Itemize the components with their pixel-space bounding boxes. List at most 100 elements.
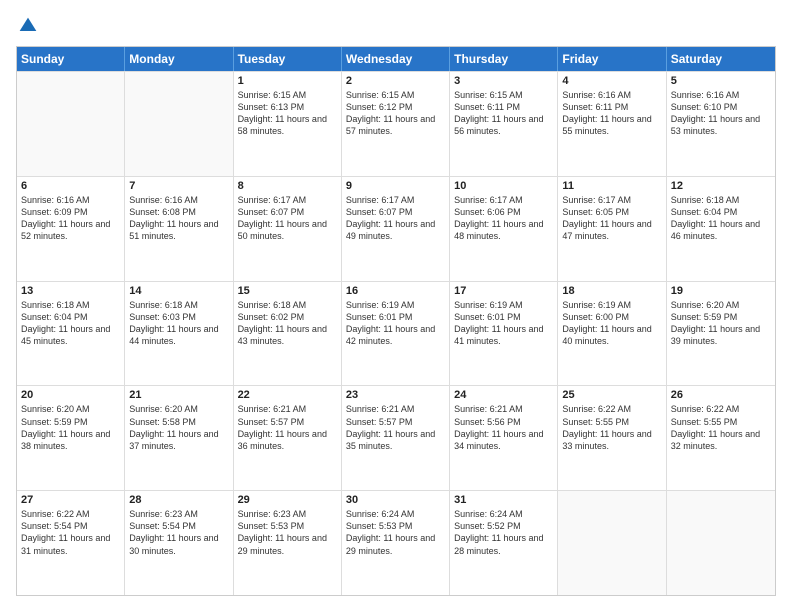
day-number: 27	[21, 494, 120, 506]
cell-info: Sunrise: 6:18 AM Sunset: 6:03 PM Dayligh…	[129, 299, 228, 348]
calendar-cell: 11 Sunrise: 6:17 AM Sunset: 6:05 PM Dayli…	[558, 177, 666, 281]
day-header-saturday: Saturday	[667, 47, 775, 71]
calendar-cell: 23 Sunrise: 6:21 AM Sunset: 5:57 PM Dayli…	[342, 386, 450, 490]
calendar-cell	[125, 72, 233, 176]
calendar-cell: 8Sunrise: 6:17 AM Sunset: 6:07 PM Daylig…	[234, 177, 342, 281]
week-row-5: 27Sunrise: 6:22 AM Sunset: 5:54 PM Dayli…	[17, 490, 775, 595]
day-number: 29	[238, 494, 337, 506]
cell-info: Sunrise: 6:21 AM Sunset: 5:57 PM Dayligh…	[346, 403, 445, 452]
calendar-cell: 16 Sunrise: 6:19 AM Sunset: 6:01 PM Dayli…	[342, 282, 450, 386]
cell-info: Sunrise: 6:18 AM Sunset: 6:04 PM Dayligh…	[671, 194, 771, 243]
calendar-cell: 15 Sunrise: 6:18 AM Sunset: 6:02 PM Dayli…	[234, 282, 342, 386]
calendar-cell: 7 Sunrise: 6:16 AM Sunset: 6:08 PM Daylig…	[125, 177, 233, 281]
cell-info: Sunrise: 6:22 AM Sunset: 5:55 PM Dayligh…	[671, 403, 771, 452]
cell-info: Sunrise: 6:22 AM Sunset: 5:55 PM Dayligh…	[562, 403, 661, 452]
calendar-body: 1 Sunrise: 6:15 AM Sunset: 6:13 PM Daylig…	[17, 71, 775, 595]
day-number: 15	[238, 285, 337, 297]
cell-info: Sunrise: 6:17 AM Sunset: 6:07 PM Dayligh…	[238, 194, 337, 243]
day-number: 12	[671, 180, 771, 192]
page: SundayMondayTuesdayWednesdayThursdayFrid…	[0, 0, 792, 612]
day-header-tuesday: Tuesday	[234, 47, 342, 71]
logo	[16, 16, 38, 36]
calendar-cell: 20 Sunrise: 6:20 AM Sunset: 5:59 PM Dayli…	[17, 386, 125, 490]
day-number: 31	[454, 494, 553, 506]
day-header-sunday: Sunday	[17, 47, 125, 71]
cell-info: Sunrise: 6:19 AM Sunset: 6:00 PM Dayligh…	[562, 299, 661, 348]
calendar-cell: 19Sunrise: 6:20 AM Sunset: 5:59 PM Dayli…	[667, 282, 775, 386]
cell-info: Sunrise: 6:24 AM Sunset: 5:53 PM Dayligh…	[346, 508, 445, 557]
cell-info: Sunrise: 6:16 AM Sunset: 6:09 PM Dayligh…	[21, 194, 120, 243]
calendar-cell	[17, 72, 125, 176]
week-row-3: 13 Sunrise: 6:18 AM Sunset: 6:04 PM Dayli…	[17, 281, 775, 386]
day-number: 20	[21, 389, 120, 401]
calendar-cell: 25Sunrise: 6:22 AM Sunset: 5:55 PM Dayli…	[558, 386, 666, 490]
calendar-cell: 9Sunrise: 6:17 AM Sunset: 6:07 PM Daylig…	[342, 177, 450, 281]
header	[16, 16, 776, 36]
cell-info: Sunrise: 6:16 AM Sunset: 6:10 PM Dayligh…	[671, 89, 771, 138]
calendar-cell: 26Sunrise: 6:22 AM Sunset: 5:55 PM Dayli…	[667, 386, 775, 490]
day-number: 1	[238, 75, 337, 87]
cell-info: Sunrise: 6:17 AM Sunset: 6:06 PM Dayligh…	[454, 194, 553, 243]
cell-info: Sunrise: 6:24 AM Sunset: 5:52 PM Dayligh…	[454, 508, 553, 557]
logo-icon	[18, 16, 38, 36]
day-number: 6	[21, 180, 120, 192]
cell-info: Sunrise: 6:16 AM Sunset: 6:11 PM Dayligh…	[562, 89, 661, 138]
day-number: 2	[346, 75, 445, 87]
calendar-cell: 31 Sunrise: 6:24 AM Sunset: 5:52 PM Dayli…	[450, 491, 558, 595]
day-number: 28	[129, 494, 228, 506]
calendar-cell: 24Sunrise: 6:21 AM Sunset: 5:56 PM Dayli…	[450, 386, 558, 490]
day-number: 23	[346, 389, 445, 401]
calendar-cell: 21 Sunrise: 6:20 AM Sunset: 5:58 PM Dayli…	[125, 386, 233, 490]
cell-info: Sunrise: 6:15 AM Sunset: 6:12 PM Dayligh…	[346, 89, 445, 138]
calendar-cell: 4 Sunrise: 6:16 AM Sunset: 6:11 PM Daylig…	[558, 72, 666, 176]
calendar-cell	[667, 491, 775, 595]
day-number: 4	[562, 75, 661, 87]
calendar-cell: 3Sunrise: 6:15 AM Sunset: 6:11 PM Daylig…	[450, 72, 558, 176]
cell-info: Sunrise: 6:18 AM Sunset: 6:02 PM Dayligh…	[238, 299, 337, 348]
calendar-cell: 13 Sunrise: 6:18 AM Sunset: 6:04 PM Dayli…	[17, 282, 125, 386]
calendar-cell: 30 Sunrise: 6:24 AM Sunset: 5:53 PM Dayli…	[342, 491, 450, 595]
day-number: 5	[671, 75, 771, 87]
day-number: 10	[454, 180, 553, 192]
week-row-2: 6 Sunrise: 6:16 AM Sunset: 6:09 PM Daylig…	[17, 176, 775, 281]
calendar-cell: 18 Sunrise: 6:19 AM Sunset: 6:00 PM Dayli…	[558, 282, 666, 386]
calendar-cell: 5 Sunrise: 6:16 AM Sunset: 6:10 PM Daylig…	[667, 72, 775, 176]
day-number: 7	[129, 180, 228, 192]
day-number: 3	[454, 75, 553, 87]
cell-info: Sunrise: 6:17 AM Sunset: 6:07 PM Dayligh…	[346, 194, 445, 243]
day-number: 24	[454, 389, 553, 401]
cell-info: Sunrise: 6:17 AM Sunset: 6:05 PM Dayligh…	[562, 194, 661, 243]
day-number: 30	[346, 494, 445, 506]
cell-info: Sunrise: 6:19 AM Sunset: 6:01 PM Dayligh…	[454, 299, 553, 348]
day-number: 22	[238, 389, 337, 401]
day-number: 13	[21, 285, 120, 297]
cell-info: Sunrise: 6:19 AM Sunset: 6:01 PM Dayligh…	[346, 299, 445, 348]
day-number: 16	[346, 285, 445, 297]
calendar-cell: 2 Sunrise: 6:15 AM Sunset: 6:12 PM Daylig…	[342, 72, 450, 176]
week-row-4: 20 Sunrise: 6:20 AM Sunset: 5:59 PM Dayli…	[17, 385, 775, 490]
cell-info: Sunrise: 6:21 AM Sunset: 5:57 PM Dayligh…	[238, 403, 337, 452]
week-row-1: 1 Sunrise: 6:15 AM Sunset: 6:13 PM Daylig…	[17, 71, 775, 176]
day-number: 14	[129, 285, 228, 297]
day-number: 18	[562, 285, 661, 297]
day-number: 11	[562, 180, 661, 192]
calendar-cell: 17 Sunrise: 6:19 AM Sunset: 6:01 PM Dayli…	[450, 282, 558, 386]
day-header-monday: Monday	[125, 47, 233, 71]
calendar-cell: 27Sunrise: 6:22 AM Sunset: 5:54 PM Dayli…	[17, 491, 125, 595]
calendar-cell: 28Sunrise: 6:23 AM Sunset: 5:54 PM Dayli…	[125, 491, 233, 595]
cell-info: Sunrise: 6:20 AM Sunset: 5:58 PM Dayligh…	[129, 403, 228, 452]
calendar-header: SundayMondayTuesdayWednesdayThursdayFrid…	[17, 47, 775, 71]
day-header-wednesday: Wednesday	[342, 47, 450, 71]
day-number: 21	[129, 389, 228, 401]
day-number: 17	[454, 285, 553, 297]
calendar-cell: 10 Sunrise: 6:17 AM Sunset: 6:06 PM Dayli…	[450, 177, 558, 281]
day-number: 19	[671, 285, 771, 297]
cell-info: Sunrise: 6:16 AM Sunset: 6:08 PM Dayligh…	[129, 194, 228, 243]
cell-info: Sunrise: 6:18 AM Sunset: 6:04 PM Dayligh…	[21, 299, 120, 348]
calendar-cell	[558, 491, 666, 595]
cell-info: Sunrise: 6:20 AM Sunset: 5:59 PM Dayligh…	[21, 403, 120, 452]
cell-info: Sunrise: 6:15 AM Sunset: 6:13 PM Dayligh…	[238, 89, 337, 138]
calendar-cell: 14 Sunrise: 6:18 AM Sunset: 6:03 PM Dayli…	[125, 282, 233, 386]
calendar-cell: 12 Sunrise: 6:18 AM Sunset: 6:04 PM Dayli…	[667, 177, 775, 281]
calendar-cell: 1 Sunrise: 6:15 AM Sunset: 6:13 PM Daylig…	[234, 72, 342, 176]
